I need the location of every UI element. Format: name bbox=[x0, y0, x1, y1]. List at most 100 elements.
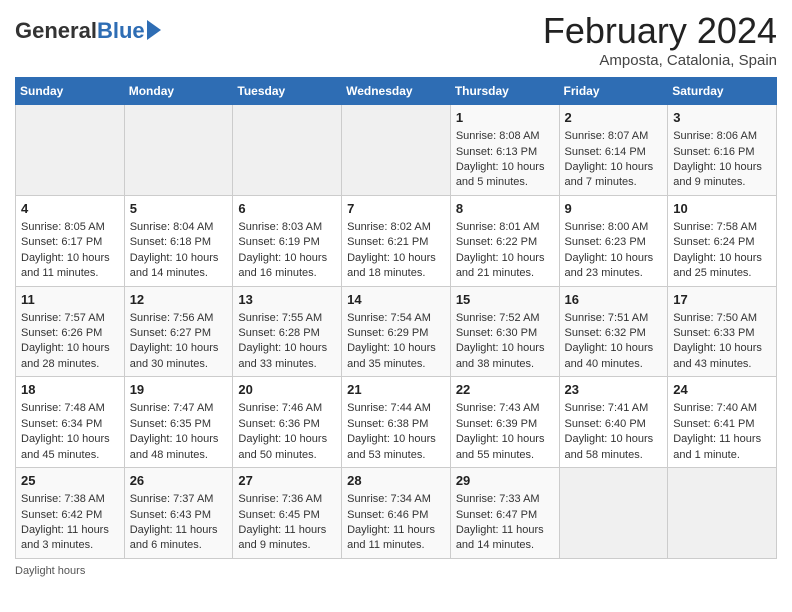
day-of-week-header: Tuesday bbox=[233, 78, 342, 105]
calendar-header: SundayMondayTuesdayWednesdayThursdayFrid… bbox=[16, 78, 777, 105]
calendar-cell: 2Sunrise: 8:07 AMSunset: 6:14 PMDaylight… bbox=[559, 105, 668, 196]
day-info-line: Daylight: 11 hours and 11 minutes. bbox=[347, 523, 445, 554]
day-number: 15 bbox=[456, 291, 554, 309]
day-info-line: Sunrise: 7:51 AM bbox=[565, 311, 663, 326]
day-of-week-header: Sunday bbox=[16, 78, 125, 105]
day-info-line: Sunset: 6:21 PM bbox=[347, 235, 445, 250]
calendar-cell: 28Sunrise: 7:34 AMSunset: 6:46 PMDayligh… bbox=[342, 468, 451, 559]
day-number: 2 bbox=[565, 109, 663, 127]
calendar-cell bbox=[124, 105, 233, 196]
day-info-line: Sunset: 6:35 PM bbox=[130, 417, 228, 432]
day-number: 26 bbox=[130, 472, 228, 490]
calendar-cell: 13Sunrise: 7:55 AMSunset: 6:28 PMDayligh… bbox=[233, 286, 342, 377]
calendar-cell: 27 Sunrise: 7:36 AMSunset: 6:45 PMDayligh… bbox=[233, 468, 342, 559]
day-info-line: Sunrise: 8:07 AM bbox=[565, 129, 663, 144]
day-number: 18 bbox=[21, 381, 119, 399]
calendar-week-row: 25Sunrise: 7:38 AMSunset: 6:42 PMDayligh… bbox=[16, 468, 777, 559]
day-info-line: Daylight: 10 hours and 16 minutes. bbox=[238, 251, 336, 282]
day-info-line: Daylight: 10 hours and 35 minutes. bbox=[347, 341, 445, 372]
day-info-line: Sunrise: 7:36 AM bbox=[238, 492, 336, 507]
day-info-line: Daylight: 10 hours and 30 minutes. bbox=[130, 341, 228, 372]
day-number: 5 bbox=[130, 200, 228, 218]
day-info-line: Sunset: 6:33 PM bbox=[673, 326, 771, 341]
day-info-line: Sunset: 6:46 PM bbox=[347, 508, 445, 523]
day-number: 11 bbox=[21, 291, 119, 309]
calendar-cell: 23Sunrise: 7:41 AMSunset: 6:40 PMDayligh… bbox=[559, 377, 668, 468]
day-info-line: Sunset: 6:45 PM bbox=[238, 508, 336, 523]
day-info-line: Sunset: 6:41 PM bbox=[673, 417, 771, 432]
day-info-line: Sunset: 6:29 PM bbox=[347, 326, 445, 341]
day-info-line: Sunset: 6:34 PM bbox=[21, 417, 119, 432]
calendar-cell: 7Sunrise: 8:02 AMSunset: 6:21 PMDaylight… bbox=[342, 195, 451, 286]
day-info-line: Sunset: 6:13 PM bbox=[456, 145, 554, 160]
calendar-cell: 21Sunrise: 7:44 AMSunset: 6:38 PMDayligh… bbox=[342, 377, 451, 468]
day-info-line: Daylight: 10 hours and 7 minutes. bbox=[565, 160, 663, 191]
calendar-cell: 20Sunrise: 7:46 AMSunset: 6:36 PMDayligh… bbox=[233, 377, 342, 468]
day-info-line: Sunrise: 7:34 AM bbox=[347, 492, 445, 507]
day-info-line: Sunset: 6:32 PM bbox=[565, 326, 663, 341]
day-info-line: Sunset: 6:43 PM bbox=[130, 508, 228, 523]
day-number: 29 bbox=[456, 472, 554, 490]
day-info-line: Sunrise: 7:52 AM bbox=[456, 311, 554, 326]
day-info-line: Sunrise: 7:44 AM bbox=[347, 401, 445, 416]
day-info-line: Sunrise: 7:43 AM bbox=[456, 401, 554, 416]
day-info-line: Daylight: 10 hours and 55 minutes. bbox=[456, 432, 554, 463]
header-row: SundayMondayTuesdayWednesdayThursdayFrid… bbox=[16, 78, 777, 105]
day-info-line: Daylight: 11 hours and 14 minutes. bbox=[456, 523, 554, 554]
day-info-line: Daylight: 10 hours and 33 minutes. bbox=[238, 341, 336, 372]
day-info-line: Sunrise: 8:00 AM bbox=[565, 220, 663, 235]
day-info-line: Sunset: 6:27 PM bbox=[130, 326, 228, 341]
calendar-cell: 24Sunrise: 7:40 AMSunset: 6:41 PMDayligh… bbox=[668, 377, 777, 468]
day-of-week-header: Thursday bbox=[450, 78, 559, 105]
day-info-line: Sunrise: 8:08 AM bbox=[456, 129, 554, 144]
day-number: 9 bbox=[565, 200, 663, 218]
day-info-line: Sunset: 6:17 PM bbox=[21, 235, 119, 250]
day-info-line: Sunset: 6:42 PM bbox=[21, 508, 119, 523]
day-info-line: Sunset: 6:30 PM bbox=[456, 326, 554, 341]
day-info-line: Sunrise: 7:37 AM bbox=[130, 492, 228, 507]
calendar-cell bbox=[233, 105, 342, 196]
day-number: 27 bbox=[238, 472, 336, 490]
month-year-title: February 2024 bbox=[543, 10, 777, 52]
day-info-line: Daylight: 10 hours and 50 minutes. bbox=[238, 432, 336, 463]
day-info-line: Sunrise: 7:56 AM bbox=[130, 311, 228, 326]
calendar-week-row: 11Sunrise: 7:57 AMSunset: 6:26 PMDayligh… bbox=[16, 286, 777, 377]
day-number: 8 bbox=[456, 200, 554, 218]
day-info-line: Sunset: 6:38 PM bbox=[347, 417, 445, 432]
day-of-week-header: Monday bbox=[124, 78, 233, 105]
calendar-cell: 22Sunrise: 7:43 AMSunset: 6:39 PMDayligh… bbox=[450, 377, 559, 468]
day-info-line: Sunset: 6:26 PM bbox=[21, 326, 119, 341]
day-number: 19 bbox=[130, 381, 228, 399]
location-subtitle: Amposta, Catalonia, Spain bbox=[543, 52, 777, 69]
day-info-line: Sunrise: 8:06 AM bbox=[673, 129, 771, 144]
day-number: 17 bbox=[673, 291, 771, 309]
calendar-cell: 9Sunrise: 8:00 AMSunset: 6:23 PMDaylight… bbox=[559, 195, 668, 286]
calendar-cell: 1Sunrise: 8:08 AMSunset: 6:13 PMDaylight… bbox=[450, 105, 559, 196]
day-info-line: Sunset: 6:22 PM bbox=[456, 235, 554, 250]
day-info-line: Daylight: 11 hours and 6 minutes. bbox=[130, 523, 228, 554]
day-info-line: Sunrise: 8:03 AM bbox=[238, 220, 336, 235]
day-info-line: Daylight: 10 hours and 28 minutes. bbox=[21, 341, 119, 372]
day-info-line: Sunrise: 7:48 AM bbox=[21, 401, 119, 416]
day-number: 3 bbox=[673, 109, 771, 127]
calendar-cell: 12Sunrise: 7:56 AMSunset: 6:27 PMDayligh… bbox=[124, 286, 233, 377]
day-number: 21 bbox=[347, 381, 445, 399]
day-info-line: Sunset: 6:47 PM bbox=[456, 508, 554, 523]
day-of-week-header: Friday bbox=[559, 78, 668, 105]
day-info-line: Sunset: 6:39 PM bbox=[456, 417, 554, 432]
title-block: February 2024 Amposta, Catalonia, Spain bbox=[543, 10, 777, 69]
day-info-line: Sunset: 6:24 PM bbox=[673, 235, 771, 250]
day-info-line: Sunrise: 7:46 AM bbox=[238, 401, 336, 416]
calendar-cell bbox=[16, 105, 125, 196]
calendar-cell: 15Sunrise: 7:52 AMSunset: 6:30 PMDayligh… bbox=[450, 286, 559, 377]
calendar-cell: 11 Sunrise: 7:57 AMSunset: 6:26 PMDayligh… bbox=[16, 286, 125, 377]
day-info-line: Daylight: 11 hours and 9 minutes. bbox=[238, 523, 336, 554]
day-of-week-header: Wednesday bbox=[342, 78, 451, 105]
day-number: 16 bbox=[565, 291, 663, 309]
logo-general-text: General bbox=[15, 18, 97, 44]
day-info-line: Sunset: 6:40 PM bbox=[565, 417, 663, 432]
day-info-line: Sunrise: 7:57 AM bbox=[21, 311, 119, 326]
day-number: 24 bbox=[673, 381, 771, 399]
day-info-line: Daylight: 10 hours and 45 minutes. bbox=[21, 432, 119, 463]
day-number: 13 bbox=[238, 291, 336, 309]
